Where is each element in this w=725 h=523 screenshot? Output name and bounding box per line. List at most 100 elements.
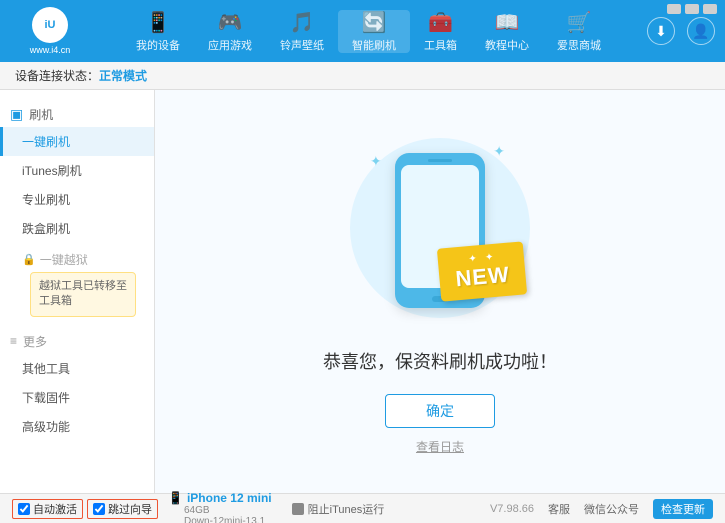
jailbreak-notice: 越狱工具已转移至工具箱 [30, 272, 136, 317]
service-link[interactable]: 客服 [548, 501, 570, 517]
logo: iU www.i4.cn [10, 7, 90, 55]
nav-item-toolbox[interactable]: 🧰 工具箱 [410, 10, 471, 53]
skip-wizard-checkbox[interactable] [93, 503, 105, 515]
sidebar-item-advanced[interactable]: 高级功能 [0, 412, 154, 441]
auto-activate-checkbox[interactable] [18, 503, 30, 515]
win-controls [667, 4, 717, 14]
sidebar-flash-header: ▣ 刷机 [0, 102, 154, 127]
sidebar-more-section: 更多 其他工具 下载固件 高级功能 [0, 325, 154, 445]
confirm-button[interactable]: 确定 [385, 394, 495, 428]
jailbreak-header: 🔒 一键越狱 [22, 251, 144, 268]
download-icon: ⬇ [655, 23, 667, 40]
main-area: ▣ 刷机 一键刷机 iTunes刷机 专业刷机 跌盒刷机 [0, 90, 725, 493]
sidebar-flash-section: ▣ 刷机 一键刷机 iTunes刷机 专业刷机 跌盒刷机 [0, 98, 154, 247]
smart-flash-icon: 🔄 [362, 10, 387, 35]
new-ribbon: ✦ ✦ NEW [439, 245, 525, 298]
flash-header-icon: ▣ [10, 106, 23, 123]
other-tools-label: 其他工具 [22, 362, 70, 376]
sidebar-jailbreak-section: 🔒 一键越狱 越狱工具已转移至工具箱 [0, 247, 154, 325]
mall-icon: 🛒 [567, 10, 592, 35]
stop-itunes-label: 阻止iTunes运行 [308, 501, 385, 517]
advanced-label: 高级功能 [22, 420, 70, 434]
device-name-text: iPhone 12 mini [187, 491, 272, 505]
tutorial-label: 教程中心 [485, 37, 529, 53]
sidebar-more-divider: 更多 [0, 329, 154, 354]
nav-item-my-device[interactable]: 📱 我的设备 [122, 10, 194, 53]
device-details: 64GB Down-12mini-13,1 [184, 505, 272, 523]
wechat-link[interactable]: 微信公众号 [584, 501, 639, 517]
pro-label: 专业刷机 [22, 193, 70, 207]
itunes-label: iTunes刷机 [22, 164, 82, 178]
nav-item-ringtones[interactable]: 🎵 铃声壁纸 [266, 10, 338, 53]
win-maximize[interactable] [685, 4, 699, 14]
nav-item-apps-games[interactable]: 🎮 应用游戏 [194, 10, 266, 53]
tutorial-icon: 📖 [495, 10, 520, 35]
auto-activate-checkbox-label[interactable]: 自动激活 [12, 499, 83, 519]
one-click-label: 一键刷机 [22, 135, 70, 149]
apps-games-label: 应用游戏 [208, 37, 252, 53]
sparkle-top-right: ✦ [493, 143, 505, 160]
ribbon-new-text: NEW [454, 262, 510, 293]
back-daily-link[interactable]: 查看日志 [416, 438, 464, 455]
top-right-buttons: ⬇ 👤 [647, 17, 715, 45]
device-name: 📱 iPhone 12 mini [168, 491, 272, 505]
version-text: V7.98.66 [490, 503, 534, 515]
download-firmware-label: 下载固件 [22, 391, 70, 405]
phone-illustration: ✦ ✦ ✦ ✦ NEW [340, 128, 540, 328]
sidebar-item-other-tools[interactable]: 其他工具 [0, 354, 154, 383]
nav-item-tutorial[interactable]: 📖 教程中心 [471, 10, 543, 53]
phone-icon: 📱 [168, 491, 183, 505]
skip-wizard-checkbox-label[interactable]: 跳过向导 [87, 499, 158, 519]
device-info: 📱 iPhone 12 mini 64GB Down-12mini-13,1 [168, 491, 272, 523]
nav-items: 📱 我的设备 🎮 应用游戏 🎵 铃声壁纸 🔄 智能刷机 🧰 工具箱 📖 [90, 10, 647, 53]
logo-text: iU [45, 19, 56, 31]
win-minimize[interactable] [667, 4, 681, 14]
check-update-button[interactable]: 检查更新 [653, 499, 713, 519]
ribbon-shape: ✦ ✦ NEW [437, 241, 528, 301]
logo-url: www.i4.cn [30, 45, 71, 55]
sparkle-top-left: ✦ [370, 153, 382, 170]
more-label: 更多 [23, 333, 47, 350]
stop-itunes[interactable]: 阻止iTunes运行 [292, 501, 385, 517]
bottom-bar: 自动激活 跳过向导 📱 iPhone 12 mini 64GB Down-12m… [0, 493, 725, 523]
sidebar-item-itunes[interactable]: iTunes刷机 [0, 156, 154, 185]
toolbox-icon: 🧰 [428, 10, 453, 35]
ringtones-icon: 🎵 [290, 10, 315, 35]
stop-icon [292, 503, 304, 515]
jailbreak-label: 一键越狱 [40, 251, 88, 268]
flash-header-label: 刷机 [29, 106, 53, 123]
lock-icon: 🔒 [22, 253, 36, 266]
download-button[interactable]: ⬇ [647, 17, 675, 45]
apps-games-icon: 🎮 [218, 10, 243, 35]
sidebar-item-box[interactable]: 跌盒刷机 [0, 214, 154, 243]
status-bar: 设备连接状态： 正常模式 [0, 62, 725, 90]
box-label: 跌盒刷机 [22, 222, 70, 236]
sidebar-item-pro[interactable]: 专业刷机 [0, 185, 154, 214]
device-model: Down-12mini-13,1 [184, 516, 265, 523]
win-close[interactable] [703, 4, 717, 14]
mall-label: 爱思商城 [557, 37, 601, 53]
toolbox-label: 工具箱 [424, 37, 457, 53]
user-button[interactable]: 👤 [687, 17, 715, 45]
sidebar-item-download-firmware[interactable]: 下载固件 [0, 383, 154, 412]
auto-activate-label: 自动激活 [33, 501, 77, 517]
success-message: 恭喜您，保资料刷机成功啦！ [323, 348, 557, 374]
smart-flash-label: 智能刷机 [352, 37, 396, 53]
nav-item-mall[interactable]: 🛒 爱思商城 [543, 10, 615, 53]
sidebar: ▣ 刷机 一键刷机 iTunes刷机 专业刷机 跌盒刷机 [0, 90, 155, 493]
top-bar: iU www.i4.cn 📱 我的设备 🎮 应用游戏 🎵 铃声壁纸 🔄 智能刷机 [0, 0, 725, 62]
device-storage: 64GB [184, 505, 210, 516]
phone-speaker [428, 159, 452, 162]
skip-wizard-label: 跳过向导 [108, 501, 152, 517]
my-device-label: 我的设备 [136, 37, 180, 53]
user-icon: 👤 [692, 23, 709, 40]
app-container: iU www.i4.cn 📱 我的设备 🎮 应用游戏 🎵 铃声壁纸 🔄 智能刷机 [0, 0, 725, 523]
jailbreak-notice-text: 越狱工具已转移至工具箱 [39, 280, 127, 307]
main-content: ✦ ✦ ✦ ✦ NEW 恭喜您，保资料刷机成功啦！ 确定 [155, 90, 725, 493]
status-label: 设备连接状态： [15, 67, 99, 84]
bottom-right: V7.98.66 客服 微信公众号 检查更新 [490, 499, 713, 519]
logo-circle: iU [32, 7, 68, 43]
sidebar-item-one-click[interactable]: 一键刷机 [0, 127, 154, 156]
bottom-left: 自动激活 跳过向导 📱 iPhone 12 mini 64GB Down-12m… [12, 491, 272, 523]
nav-item-smart-flash[interactable]: 🔄 智能刷机 [338, 10, 410, 53]
